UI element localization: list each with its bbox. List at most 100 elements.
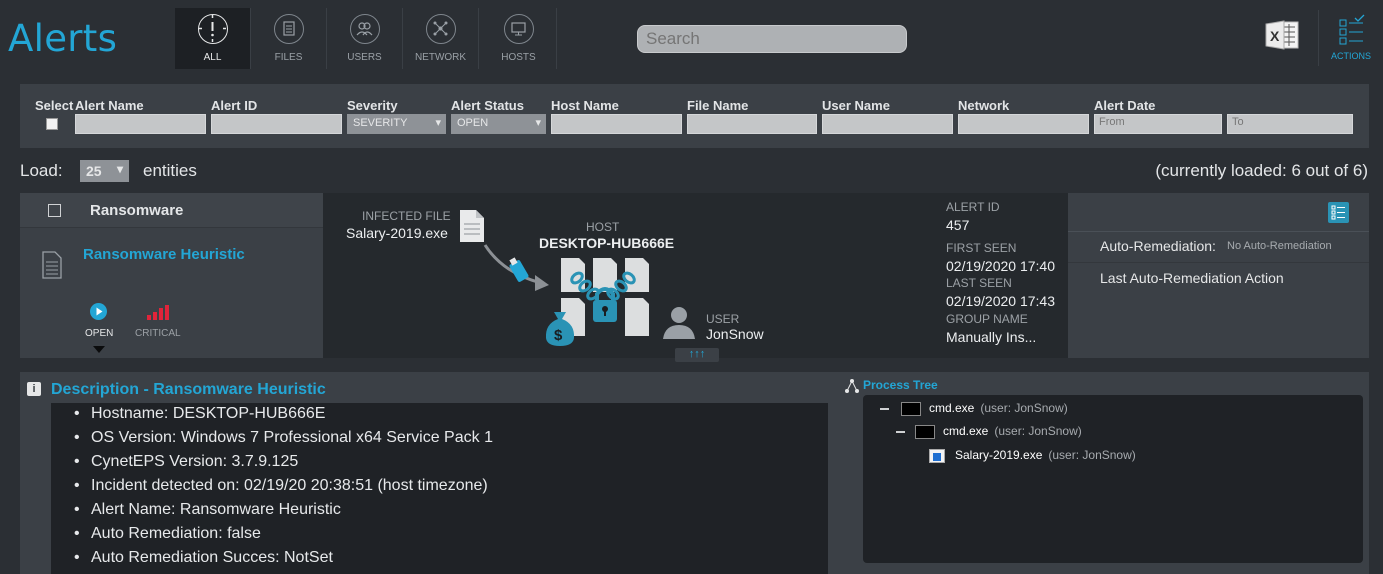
- executable-icon: [929, 448, 945, 463]
- chevron-down-icon[interactable]: [93, 346, 105, 353]
- tab-files[interactable]: FILES: [251, 8, 327, 69]
- alert-header: Ransomware: [20, 193, 323, 228]
- process-name: cmd.exe: [929, 401, 975, 415]
- divider: [1068, 262, 1369, 263]
- tree-node[interactable]: Salary-2019.exe (user: JonSnow): [929, 448, 1136, 463]
- actions-label: ACTIONS: [1330, 51, 1371, 61]
- play-icon[interactable]: [90, 303, 107, 320]
- svg-text:$: $: [554, 327, 563, 344]
- date-to-filter[interactable]: To: [1227, 114, 1353, 134]
- user-icon: [663, 307, 695, 339]
- alert-category: Ransomware: [90, 202, 184, 219]
- select-all-checkbox[interactable]: [46, 118, 58, 130]
- description-list: Hostname: DESKTOP-HUB666E OS Version: Wi…: [51, 403, 828, 572]
- alert-name-link[interactable]: Ransomware Heuristic: [83, 246, 245, 263]
- actions-button[interactable]: ACTIONS: [1318, 10, 1383, 66]
- export-excel-button[interactable]: X: [1264, 19, 1300, 51]
- description-title: Description - Ransomware Heuristic: [51, 381, 326, 398]
- tree-node[interactable]: cmd.exe (user: JonSnow): [880, 401, 1068, 416]
- process-tree: cmd.exe (user: JonSnow) cmd.exe (user: Jon…: [863, 395, 1363, 563]
- last-seen-value: 02/19/2020 17:43: [946, 293, 1055, 309]
- host-name-filter[interactable]: [551, 114, 682, 134]
- process-name: cmd.exe: [943, 424, 989, 438]
- severity-select[interactable]: SEVERITY: [347, 114, 446, 134]
- top-bar: Alerts ALL FILES USERS NETWORK HOSTS Sea…: [0, 0, 1383, 69]
- last-seen-label: LAST SEEN: [946, 276, 1012, 290]
- filter-bar: Select Alert Name Alert ID Severity SEVE…: [20, 84, 1369, 148]
- alert-date-header: Alert Date: [1094, 98, 1156, 113]
- list-item: CynetEPS Version: 3.7.9.125: [51, 452, 828, 476]
- console-icon: [901, 401, 921, 416]
- auto-remediation-value: No Auto-Remediation: [1227, 240, 1332, 252]
- description-body: Hostname: DESKTOP-HUB666E OS Version: Wi…: [51, 403, 828, 574]
- alert-status-header: Alert Status: [451, 98, 524, 113]
- process-user: (user: JonSnow): [1048, 448, 1136, 462]
- group-name-value: Manually Ins...: [946, 329, 1037, 345]
- alert-status-select[interactable]: OPEN: [451, 114, 546, 134]
- network-filter[interactable]: [958, 114, 1089, 134]
- checklist-button[interactable]: [1328, 202, 1349, 223]
- list-item: Auto Remediation Succes: NotSet: [51, 548, 828, 572]
- money-bag-icon: $: [545, 312, 575, 346]
- network-header: Network: [958, 98, 1010, 113]
- alert-id-value: 457: [946, 217, 970, 233]
- user-name-filter[interactable]: [822, 114, 953, 134]
- infected-file-icon[interactable]: [459, 209, 485, 243]
- host-label: HOST: [586, 220, 620, 234]
- alert-severity: CRITICAL: [135, 328, 181, 339]
- select-header: Select: [35, 98, 74, 113]
- tab-users[interactable]: USERS: [327, 8, 403, 69]
- list-item: Alert Name: Ransomware Heuristic: [51, 500, 828, 524]
- network-icon: [425, 14, 456, 44]
- process-name: Salary-2019.exe: [955, 448, 1043, 462]
- file-name-header: File Name: [687, 98, 749, 113]
- info-icon: i: [27, 382, 41, 396]
- tab-label: ALL: [203, 52, 222, 63]
- tab-hosts[interactable]: HOSTS: [481, 8, 557, 69]
- remediation-panel: Auto-Remediation: No Auto-Remediation La…: [1068, 193, 1369, 358]
- severity-header: Severity: [347, 98, 398, 113]
- alert-id-label: ALERT ID: [946, 200, 1000, 214]
- load-count-select[interactable]: 25: [80, 160, 129, 182]
- group-name-label: GROUP NAME: [946, 312, 1028, 326]
- alert-icon: [197, 14, 228, 44]
- host-name[interactable]: DESKTOP-HUB666E: [539, 235, 674, 251]
- excel-icon: X: [1265, 20, 1299, 50]
- tab-all[interactable]: ALL: [175, 8, 251, 69]
- collapse-icon[interactable]: [896, 430, 905, 433]
- user-label: USER: [706, 312, 740, 326]
- checklist-icon: [1339, 14, 1365, 45]
- date-from-filter[interactable]: From: [1094, 114, 1222, 134]
- host-icon: [503, 14, 534, 44]
- alert-checkbox[interactable]: [48, 204, 61, 217]
- tab-network[interactable]: NETWORK: [403, 8, 479, 69]
- infected-file-name[interactable]: Salary-2019.exe: [346, 225, 448, 241]
- alert-name-header: Alert Name: [75, 98, 144, 113]
- file-name-filter[interactable]: [687, 114, 817, 134]
- alert-graph: INFECTED FILE Salary-2019.exe HOST DESKT…: [323, 193, 1068, 362]
- alert-id-filter[interactable]: [211, 114, 342, 134]
- collapse-icon[interactable]: [880, 407, 889, 410]
- user-name[interactable]: JonSnow: [706, 326, 764, 342]
- search-input[interactable]: [637, 25, 907, 53]
- host-name-header: Host Name: [551, 98, 619, 113]
- alert-name-filter[interactable]: [75, 114, 206, 134]
- divider: [1068, 231, 1369, 232]
- console-icon: [915, 424, 935, 439]
- list-item: Incident detected on: 02/19/20 20:38:51 …: [51, 476, 828, 500]
- first-seen-label: FIRST SEEN: [946, 241, 1017, 255]
- process-tree-title: Process Tree: [863, 378, 938, 392]
- process-user: (user: JonSnow): [980, 401, 1068, 415]
- tree-node[interactable]: cmd.exe (user: JonSnow): [896, 424, 1082, 439]
- first-seen-value: 02/19/2020 17:40: [946, 258, 1055, 274]
- entities-label: entities: [143, 161, 197, 180]
- file-icon: [273, 14, 304, 44]
- alert-status: OPEN: [85, 328, 114, 339]
- expand-button[interactable]: ↑↑↑: [675, 348, 719, 362]
- tab-label: NETWORK: [414, 52, 467, 63]
- page-title: Alerts: [8, 17, 118, 60]
- auto-remediation-label: Auto-Remediation:: [1100, 238, 1216, 254]
- alert-summary[interactable]: Ransomware Ransomware Heuristic OPEN CRI…: [20, 193, 323, 358]
- svg-text:X: X: [1270, 28, 1280, 44]
- user-name-header: User Name: [822, 98, 890, 113]
